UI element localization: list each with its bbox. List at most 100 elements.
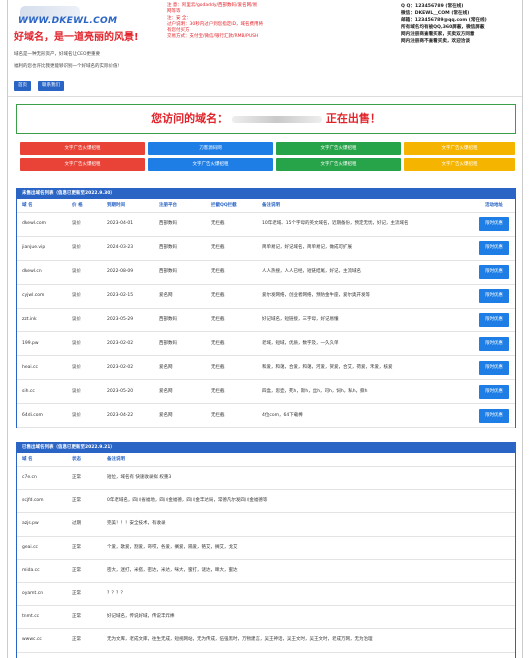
ad-slot[interactable]: 文字广告火爆招租 xyxy=(148,158,273,171)
table-row: ysup.cn正常有收录，好记域名，无拦截 xyxy=(17,653,515,658)
limited-offer-button[interactable]: 限时优惠 xyxy=(479,336,509,351)
cell-domain[interactable]: 199.pw xyxy=(22,341,39,347)
limited-offer-button[interactable]: 限时优惠 xyxy=(479,217,509,232)
col-platform: 注册平台 xyxy=(159,203,177,208)
cell-qq: 无拦截 xyxy=(211,245,225,251)
site-logo[interactable]: WWW.DKEWL.COM xyxy=(18,16,117,28)
cell-status: 正常 xyxy=(72,544,81,550)
cell-expire: 2023-04-22 xyxy=(107,412,134,418)
cell-domain[interactable]: 64di.com xyxy=(22,413,43,419)
limited-offer-button[interactable]: 限时优惠 xyxy=(479,360,509,375)
site-slogan: 好域名，是一道亮丽的风景! xyxy=(14,32,139,43)
limited-offer-button[interactable]: 限时优惠 xyxy=(479,384,509,399)
limited-offer-button[interactable]: 限时优惠 xyxy=(479,313,509,327)
limited-offer-button[interactable]: 限时优惠 xyxy=(479,265,509,280)
contact-email[interactable]: 邮箱：123456789@qq.com (常在线) xyxy=(401,17,521,24)
contact-wechat[interactable]: 微信：DKEWL__COM (常在线) xyxy=(401,10,521,17)
nav-contact-button[interactable]: 联系我们 xyxy=(38,81,64,91)
cell-domain[interactable]: geai.cc xyxy=(22,545,38,551)
col-action: 活动地址 xyxy=(485,203,503,208)
cell-expire: 2023-04-01 xyxy=(107,221,134,227)
cell-platform: 爱名网 xyxy=(159,412,173,418)
table-row: 64di.com 议价 2023-04-22 爱名网 无拦截 4位com，64下载棒 限时优… xyxy=(17,404,515,429)
cell-note: 无为文库，老成文库，往生无成，短视网站，无为传成，伍强黑时，万物建言，吴王神话，… xyxy=(107,637,373,643)
sold-domains-panel: 已售出域名列表（信息已更新至2022.9.21） 域 名 状态 备注说明 c7e… xyxy=(16,442,516,658)
header-description-1: 域名是一种无形资产，好域名让CEO更重要 xyxy=(14,52,101,57)
cell-note: 好记域名，短链接，三字母，好记易懂 xyxy=(262,317,339,323)
cell-qq: 无拦截 xyxy=(211,364,225,370)
trade-info-line: 交易方式：支付宝/微信/银行汇款/RMB/PUSH xyxy=(167,34,259,40)
cell-status: 正常 xyxy=(72,567,81,573)
header: WWW.DKEWL.COM 好域名，是一道亮丽的风景! 域名是一种无形资产，好域… xyxy=(8,0,522,97)
cell-domain[interactable]: dkewl.com xyxy=(22,222,46,228)
cell-status: 正常 xyxy=(72,637,81,643)
cell-price: 议价 xyxy=(72,364,81,370)
cell-domain[interactable]: azjs.pw xyxy=(22,522,39,528)
ad-slot[interactable]: 文字广告火爆招租 xyxy=(276,142,401,155)
cell-platform: 西部数码 xyxy=(159,269,177,275)
nav-home-button[interactable]: 首页 xyxy=(14,81,31,91)
sold-table-body: c7e.cn 正常 短位，域名有 快速收录拟 权重3 scjfd.com 正常 0年老域名… xyxy=(17,467,515,658)
cell-note: 爱尔发网络，创业者网络，预防金牛座，爱尔奥开发等 xyxy=(262,293,370,299)
cell-domain[interactable]: oyamt.cn xyxy=(22,591,43,597)
cell-price: 议价 xyxy=(72,412,81,418)
table-row: oyamt.cn 正常 ？？？？ xyxy=(17,583,515,607)
unsold-panel-title: 未售出域名列表（信息已更新至2022.9.30） xyxy=(17,189,515,199)
cell-price: 议价 xyxy=(72,245,81,251)
cell-qq: 无拦截 xyxy=(211,340,225,346)
banner-suffix: 正在出售！ xyxy=(325,112,381,125)
cell-expire: 2024-03-23 xyxy=(107,245,134,251)
ad-slot[interactable]: 文字广告火爆招租 xyxy=(404,142,515,155)
ad-slot[interactable]: 文字广告火爆招租 xyxy=(20,142,145,155)
cell-domain[interactable]: scjfd.com xyxy=(22,498,44,504)
cell-note: 10年老域、15个字母的英文域名，近期备份，预定无忧，好记，主流域名 xyxy=(262,221,409,227)
table-row: heai.cc 议价 2023-02-02 爱名网 无拦截 和爱，和蔼，合爱，和蔼，河爱，… xyxy=(17,356,515,381)
col-expire: 到期时间 xyxy=(107,203,125,208)
cell-note: 4位com，64下载棒 xyxy=(262,412,303,418)
cell-domain[interactable]: jianjue.vip xyxy=(22,245,45,251)
contact-note: 网内注册商查看买家，买卖双方同意 xyxy=(401,32,475,38)
cell-price: 议价 xyxy=(72,340,81,346)
cell-status: 过期 xyxy=(72,521,81,527)
cell-qq: 无拦截 xyxy=(211,412,225,418)
cell-note: 老域，短域，优质，数字及，一久久单 xyxy=(262,340,339,346)
cell-domain[interactable]: tnmt.cc xyxy=(22,614,39,620)
cell-expire: 2023-02-02 xyxy=(107,364,134,370)
limited-offer-button[interactable]: 限时优惠 xyxy=(479,289,509,304)
cell-price: 议价 xyxy=(72,221,81,227)
cell-platform: 西部数码 xyxy=(159,317,177,323)
cell-note: 密大，迷打，米搭，密达，米达，咪大，蜜打，谜达，眯大，蜜达 xyxy=(107,567,238,573)
cell-platform: 西部数码 xyxy=(159,340,177,346)
cell-domain[interactable]: c7e.cn xyxy=(22,475,37,481)
cell-domain[interactable]: mida.cc xyxy=(22,568,40,574)
contact-note: 所有域名均有被QQ,360屏蔽，微信屏蔽 xyxy=(401,25,485,31)
ad-slot[interactable]: 文字广告火爆招租 xyxy=(276,158,401,171)
cell-note: 好记域名，传说好域，传说丰炸棒 xyxy=(107,614,175,620)
cell-domain[interactable]: sih.cc xyxy=(22,389,35,395)
ad-slot[interactable]: 刀客源码网 xyxy=(148,142,273,155)
cell-platform: 西部数码 xyxy=(159,221,177,227)
table-row: 199.pw 议价 2023-02-02 西部数码 无拦截 老域，短域，优质，数字及，一久… xyxy=(17,332,515,357)
table-row: c7e.cn 正常 短位，域名有 快速收录拟 权重3 xyxy=(17,467,515,491)
unsold-table-body: dkewl.com 议价 2023-04-01 西部数码 无拦截 10年老域、15个字母的… xyxy=(17,213,515,429)
col-domain: 域 名 xyxy=(22,457,33,462)
ad-slot[interactable]: 文字广告火爆招租 xyxy=(20,158,145,171)
cell-note: 简单易记，好记域名，简单易记，做成可扩展 xyxy=(262,245,352,251)
ad-slot[interactable]: 文字广告火爆招租 xyxy=(404,158,515,171)
limited-offer-button[interactable]: 限时优惠 xyxy=(479,241,509,256)
cell-status: 正常 xyxy=(72,591,81,597)
cell-domain[interactable]: wwwc.cc xyxy=(22,637,42,643)
table-row: cyjwl.com 议价 2023-02-15 爱名网 无拦截 爱尔发网络，创业者网络，预… xyxy=(17,285,515,309)
cell-domain[interactable]: dkewl.cn xyxy=(22,269,42,275)
cell-domain[interactable]: zzt.ink xyxy=(22,317,37,323)
cell-platform: 爱名网 xyxy=(159,388,173,394)
cell-domain[interactable]: heai.cc xyxy=(22,365,38,371)
limited-offer-button[interactable]: 限时优惠 xyxy=(479,408,509,423)
cell-domain[interactable]: cyjwl.com xyxy=(22,293,44,299)
cell-expire: 2023-05-20 xyxy=(107,388,134,394)
contact-info: Q Q：123456789 (常在线) 微信：DKEWL__COM (常在线) … xyxy=(401,3,521,46)
cell-price: 议价 xyxy=(72,317,81,323)
trade-info: 注 意：阿里云/godaddy/西部数码/爱名网/易 网等等 注：安 全： 过户… xyxy=(167,3,277,41)
contact-qq[interactable]: Q Q：123456789 (常在线) xyxy=(401,3,521,10)
cell-note: 人人热搜，人人已经，短链结尾，好记，主流域名 xyxy=(262,269,361,275)
